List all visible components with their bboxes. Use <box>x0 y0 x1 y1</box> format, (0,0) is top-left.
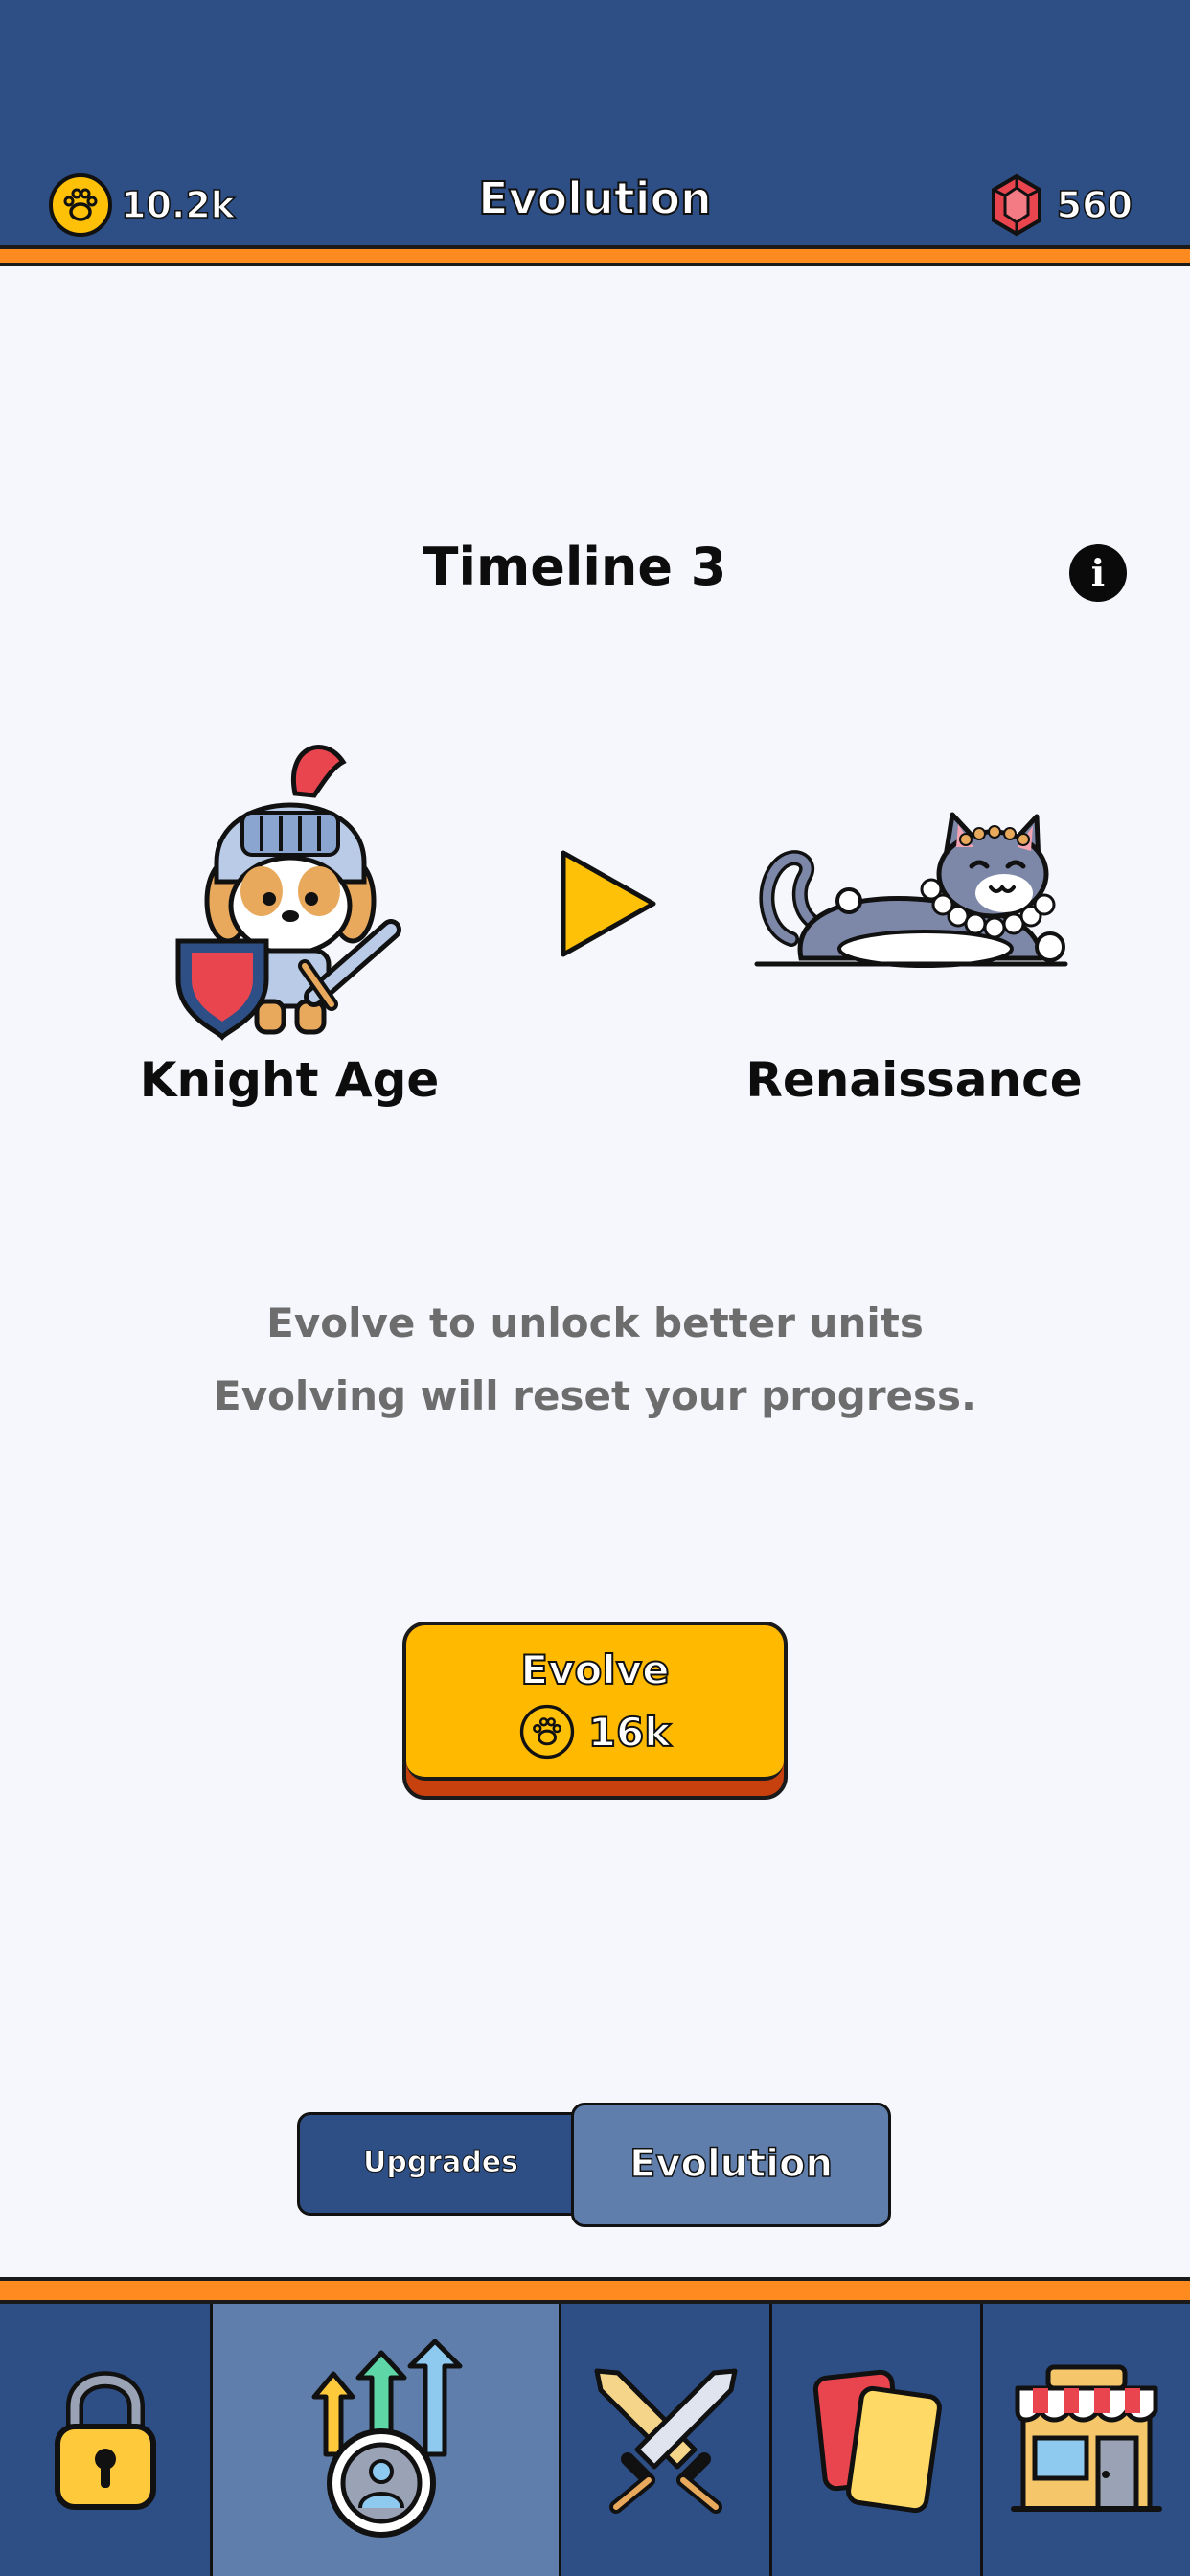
bottom-nav-stripe <box>0 2277 1190 2304</box>
tab-evolution[interactable]: Evolution <box>571 2103 891 2227</box>
evolve-button-label: Evolve <box>519 1645 670 1694</box>
arrow-right-icon <box>561 850 656 957</box>
evolve-description: Evolve to unlock better units <box>266 1300 924 1346</box>
info-button[interactable]: i <box>1069 544 1127 602</box>
bottom-nav <box>0 2304 1190 2576</box>
nav-item-battle[interactable] <box>561 2304 772 2576</box>
next-era-label: Renaissance <box>745 1052 1083 1108</box>
current-era-label: Knight Age <box>139 1052 440 1108</box>
evolve-cost-value: 16k <box>587 1708 672 1757</box>
gem-icon <box>991 173 1041 237</box>
info-icon: i <box>1090 551 1106 594</box>
timeline-title: Timeline 3 <box>423 537 727 597</box>
nav-item-locked[interactable] <box>0 2304 213 2576</box>
nav-item-upgrades[interactable] <box>213 2304 561 2576</box>
evolve-warning: Evolving will reset your progress. <box>214 1372 976 1419</box>
gem-currency: 560 <box>984 172 1133 238</box>
padlock-icon <box>54 2371 156 2510</box>
crossed-swords-icon <box>594 2368 737 2514</box>
renaissance-cat-illustration <box>754 812 1068 968</box>
top-bar-stripe <box>0 245 1190 266</box>
evolve-button[interactable]: Evolve 16k <box>402 1622 788 1800</box>
knight-dog-illustration <box>175 745 401 1041</box>
nav-item-cards[interactable] <box>772 2304 983 2576</box>
upgrade-arrows-icon <box>311 2339 462 2538</box>
gem-currency-value: 560 <box>1056 183 1133 227</box>
cards-icon <box>812 2369 942 2514</box>
evolve-cost: 16k <box>406 1704 784 1760</box>
nav-item-shop[interactable] <box>983 2304 1190 2576</box>
tab-upgrades[interactable]: Upgrades <box>297 2112 584 2216</box>
evolve-button-face: Evolve 16k <box>406 1625 784 1781</box>
paw-coin-icon <box>519 1704 574 1760</box>
shop-icon <box>1011 2364 1162 2512</box>
